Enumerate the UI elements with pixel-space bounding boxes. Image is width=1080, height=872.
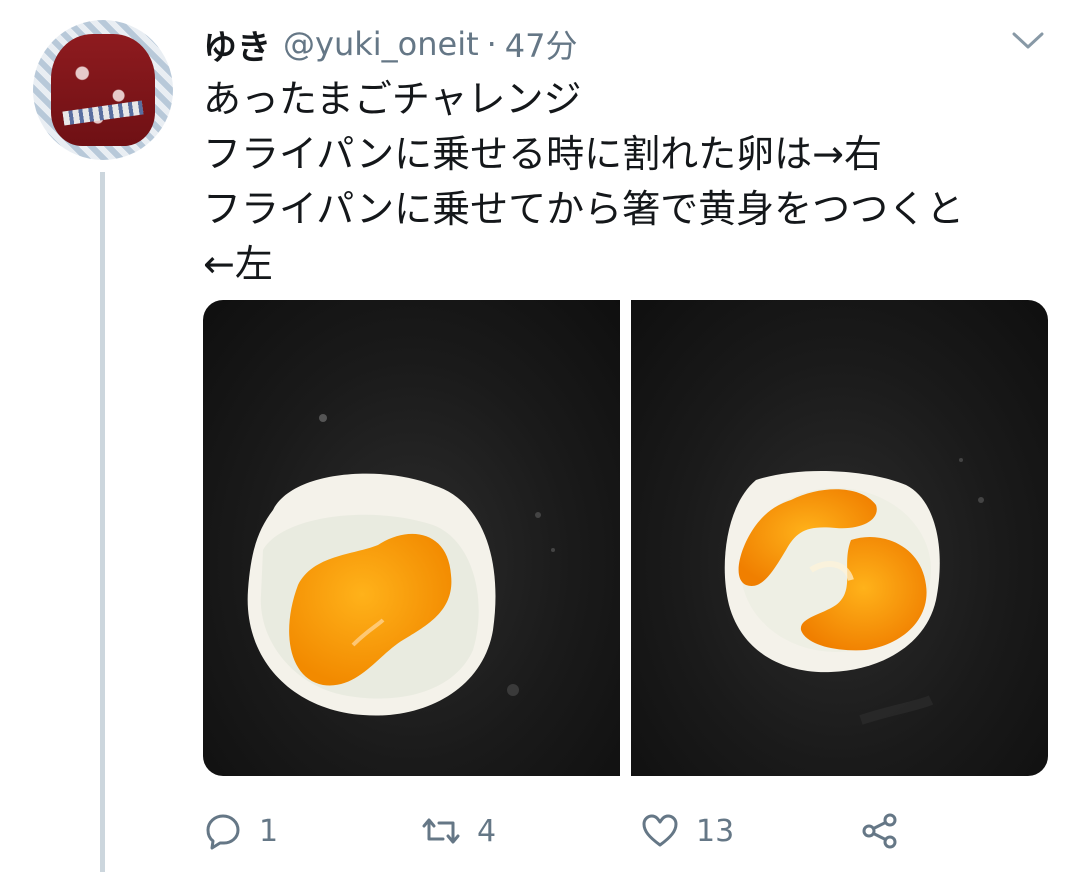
tweet-line: フライパンに乗せる時に割れた卵は→右: [203, 132, 882, 176]
tweet-media: [203, 300, 1048, 776]
avatar[interactable]: [33, 20, 173, 160]
retweet-count: 4: [477, 813, 497, 849]
heart-icon: [642, 814, 678, 847]
tweet-actions: 1 4 13: [203, 806, 923, 856]
reply-button[interactable]: 1: [203, 806, 278, 856]
reply-icon: [206, 814, 240, 850]
tweet-line: フライパンに乗せてから箸で黄身をつつくと: [203, 187, 965, 231]
separator: ·: [486, 25, 497, 63]
tweet-header: ゆき @yuki_oneit · 47分: [203, 20, 578, 69]
photo-left[interactable]: [203, 300, 620, 776]
reply-count: 1: [259, 813, 279, 849]
share-button[interactable]: [860, 806, 900, 856]
like-button[interactable]: 13: [640, 806, 734, 856]
timestamp[interactable]: 47分: [505, 21, 578, 67]
like-count: 13: [696, 813, 735, 849]
retweet-icon: [422, 818, 460, 844]
tweet-text: あったまごチャレンジ フライパンに乗せる時に割れた卵は→右 フライパンに乗せてか…: [203, 72, 1043, 292]
retweet-button[interactable]: 4: [421, 806, 496, 856]
display-name[interactable]: ゆき: [203, 20, 271, 69]
share-icon: [862, 813, 897, 849]
photo-right[interactable]: [631, 300, 1048, 776]
tweet-line: ←左: [203, 242, 273, 286]
chevron-down-icon[interactable]: [1010, 28, 1046, 52]
thread-line: [100, 172, 105, 872]
user-handle[interactable]: @yuki_oneit: [283, 25, 479, 63]
avatar-kimono: [51, 34, 155, 146]
tweet-line: あったまごチャレンジ: [203, 77, 582, 121]
